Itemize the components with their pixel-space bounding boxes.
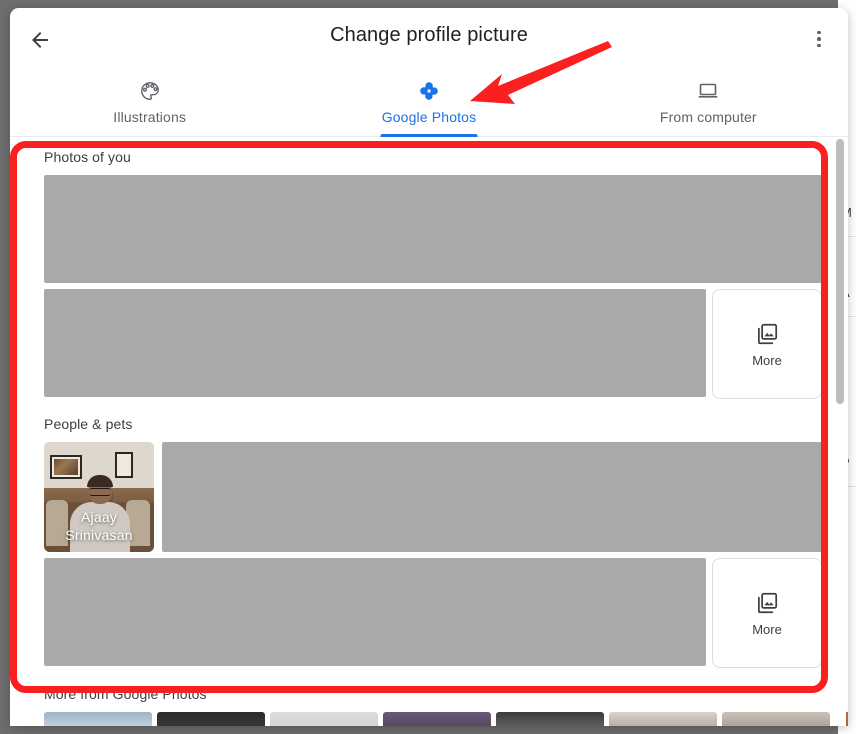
- person-name: Ajaay Srinivasan: [44, 508, 154, 544]
- photo-picker-scroll-area[interactable]: Photos of you More People & pets Ajaay S…: [10, 137, 848, 726]
- photo-thumbnail[interactable]: [496, 712, 604, 726]
- section-title-people-and-pets: People & pets: [44, 416, 133, 432]
- photo-thumbnail[interactable]: [722, 712, 830, 726]
- person-name-line2: Srinivasan: [65, 527, 133, 543]
- decor-wall-frame: [50, 455, 82, 479]
- photo-thumbnail[interactable]: [44, 712, 152, 726]
- tab-illustrations[interactable]: Illustrations: [10, 70, 289, 136]
- photo-library-icon: [758, 323, 778, 344]
- photo-library-icon: [758, 592, 778, 613]
- more-from-google-photos-strip: [10, 712, 848, 726]
- more-button[interactable]: More: [712, 289, 822, 399]
- decor-wall-frame: [115, 452, 133, 478]
- tab-google-photos-label: Google Photos: [381, 109, 477, 125]
- photo-thumbnail[interactable]: [157, 712, 265, 726]
- overflow-menu-button[interactable]: [802, 22, 836, 56]
- redacted-photo-block[interactable]: [44, 558, 706, 666]
- screen: M A P Change profile picture: [0, 0, 856, 734]
- redacted-photo-block[interactable]: [162, 442, 822, 552]
- photos-of-you-row-2: More: [10, 289, 848, 399]
- photo-thumbnail[interactable]: [270, 712, 378, 726]
- photo-thumbnail[interactable]: [383, 712, 491, 726]
- photos-of-you-row-1: [10, 175, 848, 283]
- photo-picker-content: Photos of you More People & pets Ajaay S…: [10, 137, 848, 726]
- person-glasses: [89, 488, 111, 496]
- person-name-line1: Ajaay: [80, 509, 118, 525]
- person-tile-ajaay-srinivasan[interactable]: Ajaay Srinivasan: [44, 442, 154, 552]
- palette-icon: [139, 77, 161, 105]
- more-vert-icon: [817, 30, 821, 48]
- redacted-photo-block[interactable]: [44, 175, 822, 283]
- tab-from-computer-label: From computer: [659, 109, 757, 125]
- section-title-more-from-google-photos: More from Google Photos: [44, 686, 207, 702]
- people-and-pets-row-1: Ajaay Srinivasan: [10, 442, 848, 552]
- tab-from-computer[interactable]: From computer: [569, 70, 848, 136]
- more-button-label: More: [752, 621, 782, 637]
- scrollbar-track[interactable]: [834, 137, 846, 726]
- tab-bar: Illustrations Google Photos From compute…: [10, 70, 848, 137]
- tab-illustrations-label: Illustrations: [113, 109, 187, 125]
- dialog-header: Change profile picture: [10, 8, 848, 70]
- tab-google-photos[interactable]: Google Photos: [289, 70, 568, 137]
- people-and-pets-row-2: More: [10, 558, 848, 668]
- laptop-icon: [696, 77, 720, 105]
- google-photos-pinwheel-icon: [417, 77, 441, 105]
- page-title: Change profile picture: [330, 24, 528, 46]
- section-title-photos-of-you: Photos of you: [44, 149, 131, 165]
- photo-thumbnail[interactable]: [609, 712, 717, 726]
- redacted-photo-block[interactable]: [44, 289, 706, 397]
- scrollbar-thumb[interactable]: [836, 139, 844, 404]
- more-button-label: More: [752, 352, 782, 368]
- more-button[interactable]: More: [712, 558, 822, 668]
- change-profile-picture-dialog: Change profile picture Illustrations Goo…: [10, 8, 848, 726]
